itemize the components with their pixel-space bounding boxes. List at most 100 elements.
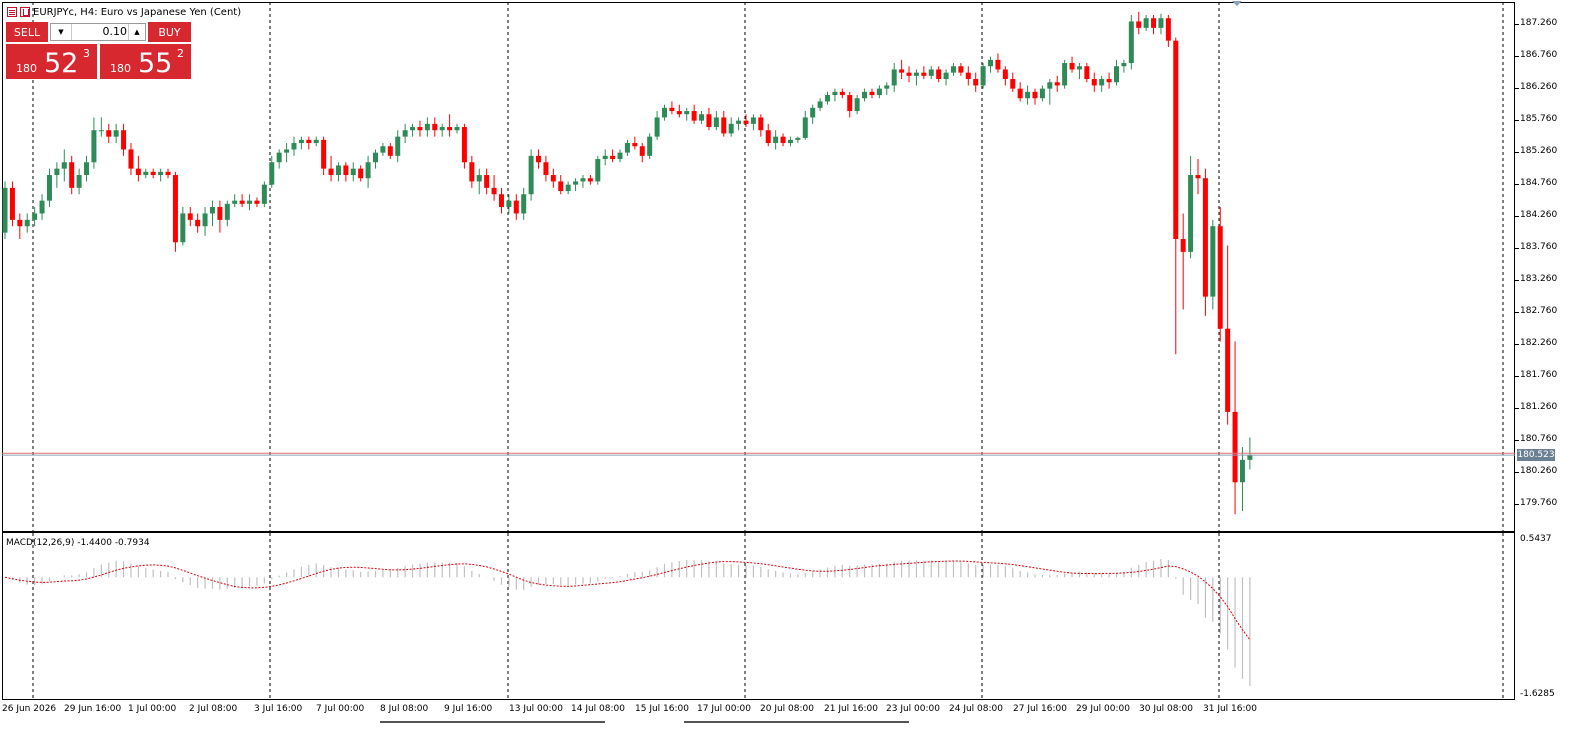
- candle-body: [832, 91, 838, 96]
- candle: [639, 143, 645, 163]
- candle-body: [565, 184, 571, 192]
- candle-body: [802, 117, 808, 138]
- candle-body: [321, 139, 327, 169]
- candle-body: [32, 213, 38, 220]
- sell-button[interactable]: SELL: [6, 22, 48, 42]
- candle-body: [1239, 459, 1245, 483]
- candlestick-chart[interactable]: [2, 2, 1515, 531]
- candle-body: [580, 178, 586, 182]
- lot-size-input[interactable]: ▼ 0.10 ▲: [50, 23, 146, 41]
- candle: [728, 117, 734, 137]
- price-tick: [1515, 376, 1519, 377]
- candle-body: [39, 200, 45, 214]
- buy-button[interactable]: BUY: [148, 22, 191, 42]
- candle-body: [1032, 91, 1038, 99]
- price-tick: [1515, 152, 1519, 153]
- candle-body: [543, 162, 549, 176]
- candle-body: [876, 88, 882, 96]
- candle-body: [121, 130, 127, 150]
- chart-list-icon[interactable]: [7, 7, 17, 17]
- candle-body: [1247, 455, 1253, 460]
- candle: [758, 114, 764, 137]
- candle-body: [728, 123, 734, 134]
- candle: [187, 207, 193, 227]
- triangle-up-icon[interactable]: ▲: [128, 24, 145, 40]
- candle: [91, 117, 97, 169]
- candle-body: [1076, 66, 1082, 70]
- lot-size-value[interactable]: 0.10: [73, 25, 128, 38]
- candle-body: [1002, 69, 1008, 80]
- candle-body: [106, 130, 112, 137]
- candle: [950, 63, 956, 76]
- candle: [1217, 207, 1223, 342]
- candle: [217, 200, 223, 233]
- candle: [498, 187, 504, 214]
- candle: [9, 181, 15, 227]
- price-axis-label: 187.260: [1520, 18, 1558, 28]
- candle: [387, 143, 393, 160]
- candle-body: [1025, 91, 1031, 99]
- candle-body: [84, 162, 90, 176]
- candle: [380, 143, 386, 156]
- candle-body: [343, 165, 349, 176]
- candle-body: [150, 171, 156, 176]
- candle-body: [980, 66, 986, 86]
- candle-body: [1202, 178, 1208, 297]
- candle-body: [765, 130, 771, 144]
- bottom-scroll-tab[interactable]: [684, 721, 909, 723]
- one-click-trading-icon[interactable]: [20, 7, 30, 17]
- candle-body: [862, 91, 868, 99]
- candle-body: [1180, 239, 1186, 252]
- price-axis-label: 180.260: [1520, 466, 1558, 476]
- time-axis-label: 2 Jul 08:00: [189, 704, 238, 714]
- candle-body: [973, 79, 979, 86]
- macd-panel[interactable]: [2, 533, 1515, 700]
- candle-body: [1217, 226, 1223, 329]
- chart-shift-marker-icon[interactable]: [1232, 1, 1242, 6]
- price-tick: [1515, 216, 1519, 217]
- candle: [69, 155, 75, 195]
- candle: [254, 197, 260, 208]
- buy-price-button[interactable]: 180 55 2: [100, 44, 191, 79]
- candle: [1076, 63, 1082, 80]
- macd-chart: [4, 533, 1504, 700]
- price-chart-panel[interactable]: [2, 2, 1515, 531]
- price-axis-label: 180.760: [1520, 434, 1558, 444]
- time-axis-label: 29 Jul 00:00: [1076, 704, 1130, 714]
- candle-body: [261, 184, 267, 204]
- triangle-down-icon[interactable]: ▼: [51, 24, 72, 40]
- candle-body: [669, 107, 675, 112]
- price-axis-label: 181.260: [1520, 402, 1558, 412]
- candle: [1010, 72, 1016, 92]
- candle: [891, 63, 897, 92]
- candle-body: [610, 155, 616, 160]
- candle-body: [795, 137, 801, 140]
- candle: [765, 123, 771, 147]
- candle-body: [180, 213, 186, 243]
- candle-body: [61, 162, 67, 169]
- candle: [128, 143, 134, 176]
- candle: [676, 104, 682, 118]
- candle-body: [528, 155, 534, 195]
- chart-title-bar: EURJPYc, H4: Euro vs Japanese Yen (Cent): [7, 5, 241, 19]
- price-tick: [1515, 280, 1519, 281]
- candle-body: [632, 143, 638, 147]
- time-axis-label: 30 Jul 08:00: [1139, 704, 1193, 714]
- candle: [632, 136, 638, 150]
- candle-body: [965, 72, 971, 80]
- candle: [565, 181, 571, 195]
- price-axis-label: 184.260: [1520, 210, 1558, 220]
- candle-body: [1121, 63, 1127, 67]
- sell-price-button[interactable]: 180 52 3: [6, 44, 97, 79]
- bottom-scroll-tab[interactable]: [380, 721, 605, 723]
- candle: [506, 194, 512, 214]
- candle: [550, 168, 556, 188]
- candle: [661, 104, 667, 121]
- candle: [365, 155, 371, 188]
- candle-body: [950, 66, 956, 73]
- candle: [617, 149, 623, 163]
- price-tick: [1515, 248, 1519, 249]
- candle: [1002, 66, 1008, 86]
- candle-body: [224, 203, 230, 220]
- candle-body: [76, 175, 82, 188]
